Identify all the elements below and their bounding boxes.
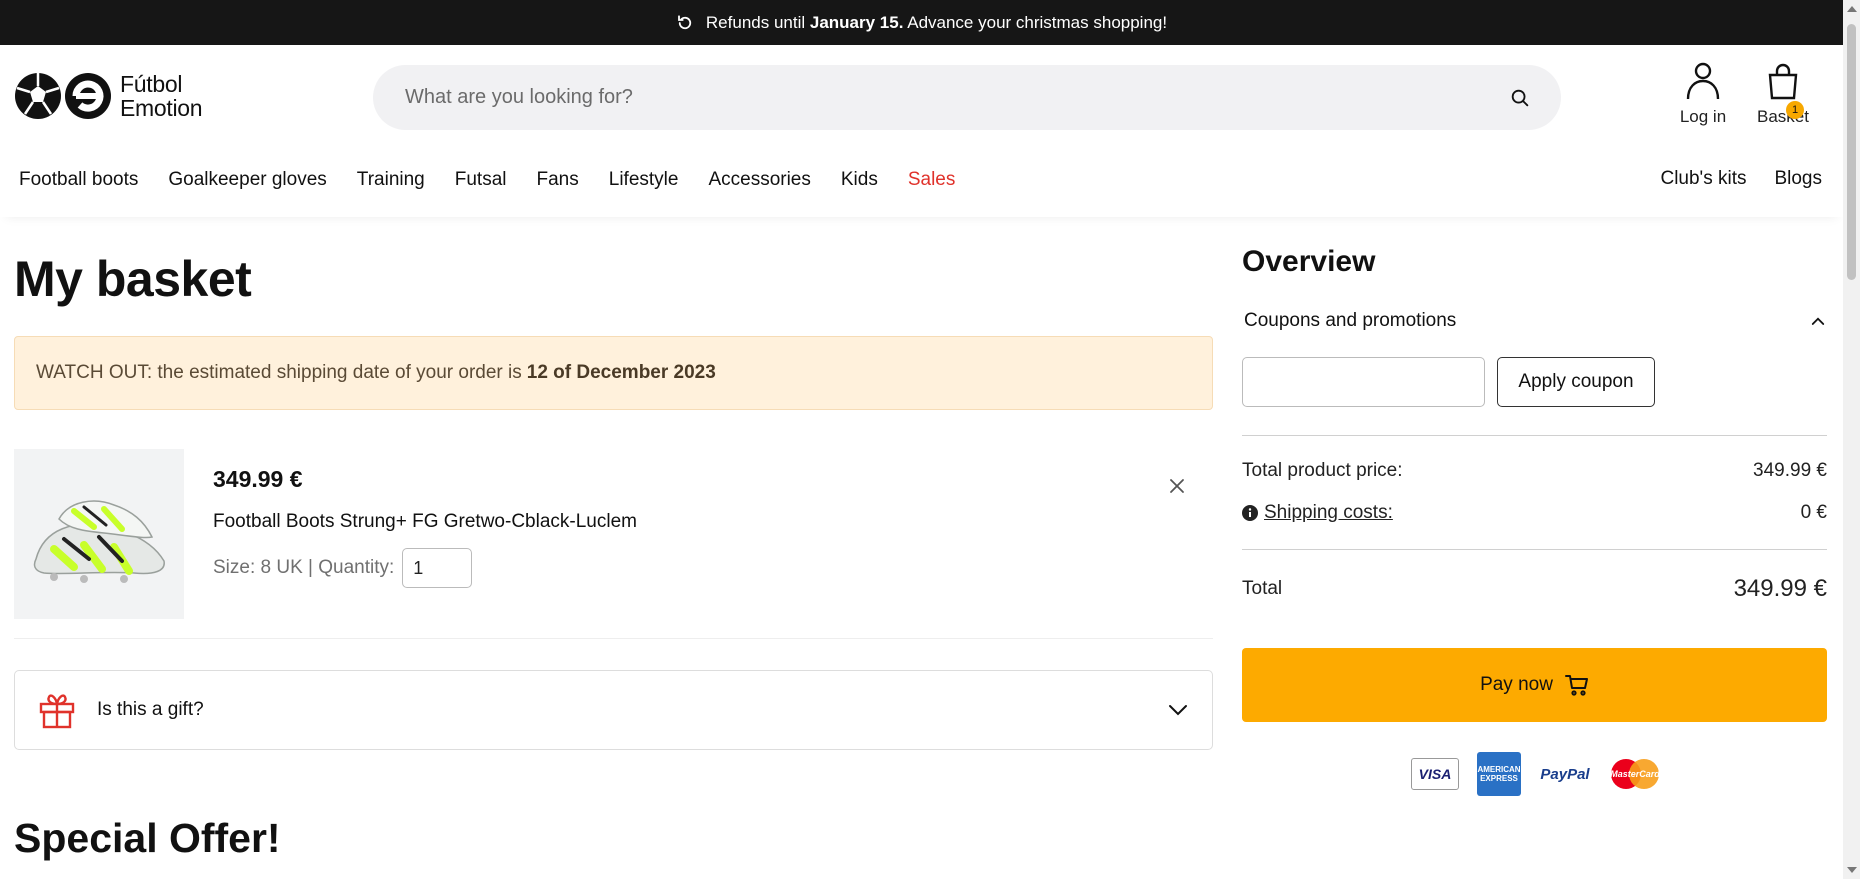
coupons-label: Coupons and promotions [1244, 310, 1457, 331]
login-button[interactable]: Log in [1668, 61, 1738, 127]
nav-item-blogs[interactable]: Blogs [1774, 168, 1822, 190]
total-label: Total [1242, 578, 1283, 599]
mastercard-text: MasterCard [1610, 769, 1660, 779]
coupons-toggle[interactable]: Coupons and promotions [1244, 310, 1827, 332]
visa-logo: VISA [1411, 758, 1459, 790]
gift-icon [39, 694, 75, 729]
nav-item-training[interactable]: Training [357, 169, 425, 191]
login-label: Log in [1679, 107, 1727, 126]
search-bar[interactable] [373, 65, 1561, 130]
shipping-costs-link[interactable]: Shipping costs: [1242, 502, 1393, 524]
scroll-down-arrow[interactable] [1847, 867, 1857, 873]
logo-line-1: Fútbol [120, 71, 183, 97]
nav-item-clubs-kits[interactable]: Club's kits [1660, 168, 1746, 190]
secondary-nav: Club's kits Blogs [1632, 168, 1822, 190]
announcement-suffix: Advance your christmas shopping! [907, 12, 1168, 32]
chevron-up-icon [1811, 317, 1825, 325]
search-input[interactable] [403, 85, 1509, 110]
logo-text: Fútbol Emotion [120, 71, 203, 121]
item-size-label: Size: 8 UK | Quantity: [213, 557, 395, 578]
product-thumbnail[interactable] [14, 449, 184, 619]
nav-item-kids[interactable]: Kids [841, 169, 878, 191]
scroll-up-arrow[interactable] [1847, 6, 1857, 12]
shipping-label: Shipping costs: [1264, 502, 1393, 523]
apply-coupon-button[interactable]: Apply coupon [1497, 357, 1655, 407]
shipping-row: Shipping costs: 0 € [1242, 502, 1827, 524]
gift-toggle[interactable]: Is this a gift? [14, 670, 1213, 750]
nav-item-fans[interactable]: Fans [537, 169, 579, 191]
shipping-value: 0 € [1800, 502, 1827, 523]
product-price-row: Total product price: 349.99 € [1242, 460, 1827, 482]
basket-count-badge: 1 [1786, 101, 1804, 119]
logo-mark-icon [15, 73, 111, 119]
info-icon [1242, 505, 1258, 521]
user-icon [1686, 62, 1720, 100]
shipping-warning-text: WATCH OUT: the estimated shipping date o… [36, 362, 522, 383]
quantity-input[interactable] [402, 548, 473, 588]
nav-item-lifestyle[interactable]: Lifestyle [609, 169, 679, 191]
announcement-prefix: Refunds until [705, 12, 806, 32]
scrollbar-thumb[interactable] [1847, 24, 1856, 280]
nav-item-sales[interactable]: Sales [908, 169, 956, 191]
mastercard-logo: MasterCard [1609, 758, 1661, 790]
nav-item-football-boots[interactable]: Football boots [19, 169, 138, 191]
announcement-highlight: January 15. [809, 12, 904, 32]
payment-methods: VISA AMERICAN EXPRESS PayPal MasterCard [1411, 752, 1661, 796]
paypal-logo: PayPal [1540, 765, 1590, 783]
undo-icon [678, 14, 692, 29]
gift-label: Is this a gift? [97, 699, 204, 720]
football-boot-image [33, 500, 165, 583]
cart-icon [1564, 675, 1588, 696]
coupon-input[interactable] [1242, 357, 1485, 407]
shopping-bag-icon [1768, 63, 1798, 100]
divider [1242, 549, 1827, 550]
item-meta: Size: 8 UK | Quantity: [213, 548, 473, 588]
amex-logo: AMERICAN EXPRESS [1477, 752, 1521, 796]
logo-line-2: Emotion [120, 95, 203, 121]
page-scrollbar[interactable] [1843, 0, 1860, 879]
order-overview: Overview Coupons and promotions Apply co… [1242, 245, 1827, 796]
nav-item-goalkeeper-gloves[interactable]: Goalkeeper gloves [168, 169, 326, 191]
overview-title: Overview [1242, 245, 1376, 278]
divider [1242, 435, 1827, 436]
shipping-warning: WATCH OUT: the estimated shipping date o… [14, 336, 1213, 410]
logo[interactable]: Fútbol Emotion [14, 71, 203, 121]
nav-item-accessories[interactable]: Accessories [708, 169, 810, 191]
nav-item-futsal[interactable]: Futsal [455, 169, 507, 191]
announcement-text: Refunds until January 15. Advance your c… [706, 13, 1167, 33]
item-name[interactable]: Football Boots Strung+ FG Gretwo-Cblack-… [213, 511, 637, 533]
page-title: My basket [14, 251, 252, 307]
item-price: 349.99 € [213, 466, 303, 492]
close-icon[interactable] [1167, 476, 1187, 496]
chevron-down-icon [1169, 705, 1187, 716]
main-nav: Football boots Goalkeeper gloves Trainin… [19, 169, 985, 191]
special-offer-title: Special Offer! [14, 815, 281, 861]
shipping-warning-date: 12 of December 2023 [526, 362, 716, 383]
basket-button[interactable]: 1 Basket [1748, 61, 1818, 127]
basket-item: 349.99 € Football Boots Strung+ FG Gretw… [14, 449, 1213, 639]
announcement-bar: Refunds until January 15. Advance your c… [0, 0, 1843, 45]
total-value: 349.99 € [1733, 575, 1827, 602]
site-header: Fútbol Emotion Log in 1 Basket Football … [0, 45, 1843, 217]
pay-now-label: Pay now [1480, 674, 1553, 695]
total-row: Total 349.99 € [1242, 575, 1827, 603]
product-price-value: 349.99 € [1753, 460, 1827, 481]
pay-now-button[interactable]: Pay now [1242, 648, 1827, 722]
product-price-label: Total product price: [1242, 460, 1403, 481]
search-icon[interactable] [1509, 87, 1531, 109]
